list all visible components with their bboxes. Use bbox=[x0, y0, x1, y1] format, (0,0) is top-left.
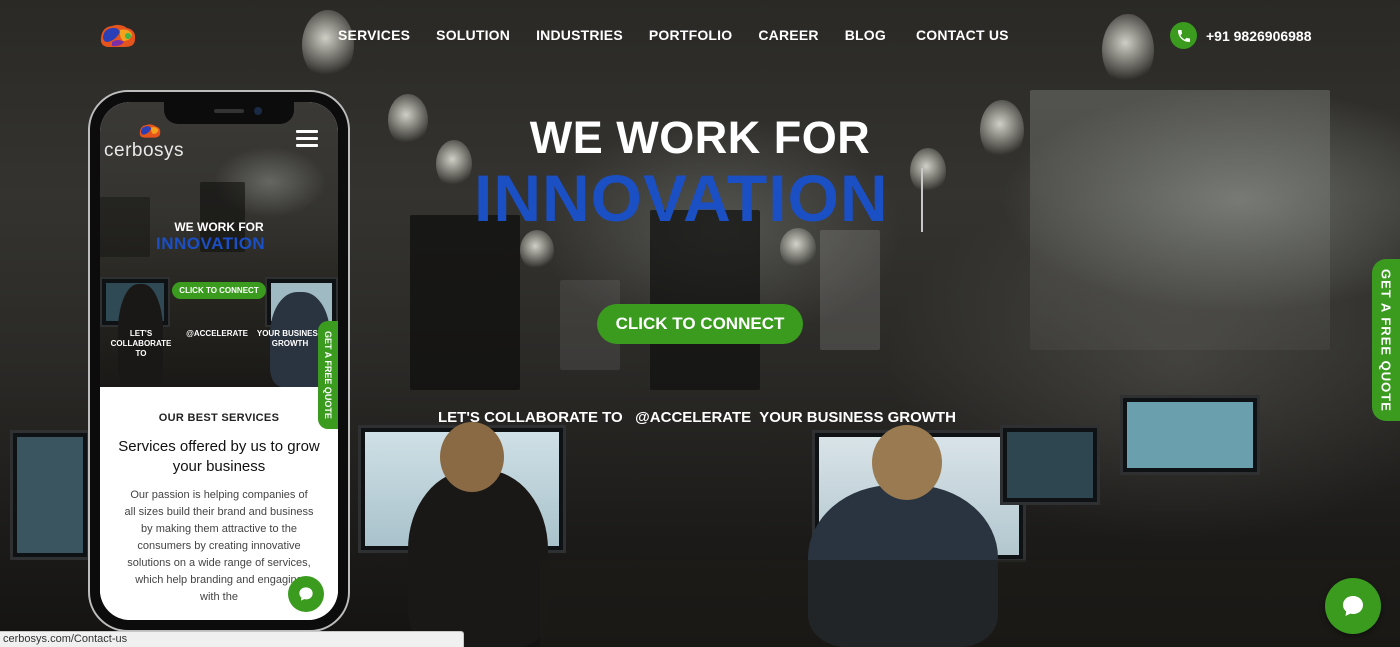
nav-career[interactable]: CAREER bbox=[758, 27, 818, 43]
phone-icon bbox=[1170, 22, 1197, 49]
phone-notch bbox=[164, 102, 294, 124]
mobile-mockup: cerbosys WE WORK FOR INNOVATION CLICK TO… bbox=[88, 90, 350, 632]
services-body: Our passion is helping companies of all … bbox=[124, 489, 314, 603]
nav-blog[interactable]: BLOG bbox=[845, 27, 886, 43]
get-free-quote-tab[interactable]: GET A FREE QUOTE bbox=[1372, 259, 1400, 421]
menu-icon[interactable] bbox=[296, 130, 318, 148]
mobile-chat-button[interactable] bbox=[288, 576, 324, 612]
mobile-hero: cerbosys WE WORK FOR INNOVATION CLICK TO… bbox=[100, 102, 338, 387]
hero-highlight: INNOVATION bbox=[474, 161, 889, 235]
main-nav: SERVICES SOLUTION INDUSTRIES PORTFOLIO C… bbox=[338, 27, 1035, 43]
status-bar: cerbosys.com/Contact-us bbox=[0, 631, 464, 647]
services-heading: Services offered by us to grow your busi… bbox=[118, 438, 320, 475]
nav-services[interactable]: SERVICES bbox=[338, 27, 410, 43]
hero-tagline: LET'S COLLABORATE TO @ACCELERATE YOUR BU… bbox=[438, 409, 956, 426]
nav-industries[interactable]: INDUSTRIES bbox=[536, 27, 623, 43]
status-url: cerbosys.com/Contact-us bbox=[3, 633, 128, 645]
services-eyebrow: OUR BEST SERVICES bbox=[158, 412, 280, 424]
phone-contact[interactable]: +91 9826906988 bbox=[1170, 22, 1312, 49]
typing-caret bbox=[921, 168, 923, 232]
mobile-logo-icon bbox=[138, 122, 162, 140]
mobile-get-free-quote-label: GET A FREE QUOTE bbox=[323, 331, 333, 419]
brand-logo-icon[interactable] bbox=[98, 22, 138, 50]
nav-portfolio[interactable]: PORTFOLIO bbox=[649, 27, 732, 43]
mobile-hero-title: WE WORK FOR bbox=[174, 220, 264, 234]
phone-number[interactable]: +91 9826906988 bbox=[1206, 28, 1312, 44]
click-to-connect-button[interactable]: CLICK TO CONNECT bbox=[597, 304, 803, 344]
chat-button[interactable] bbox=[1325, 578, 1381, 634]
mobile-click-to-connect-button[interactable]: CLICK TO CONNECT bbox=[172, 282, 266, 299]
mobile-tag-left: LET'S COLLABORATE TO bbox=[110, 329, 172, 358]
mobile-logo-text[interactable]: cerbosys bbox=[104, 140, 184, 162]
mobile-chat-icon bbox=[299, 587, 313, 601]
mobile-tag-middle: @ACCELERATE bbox=[186, 329, 248, 338]
mobile-tag-right: YOUR BUSINESS GROWTH bbox=[256, 329, 324, 348]
get-free-quote-label: GET A FREE QUOTE bbox=[1378, 268, 1394, 412]
mobile-hero-highlight: INNOVATION bbox=[156, 234, 266, 253]
mobile-screen: cerbosys WE WORK FOR INNOVATION CLICK TO… bbox=[100, 102, 338, 620]
nav-solution[interactable]: SOLUTION bbox=[436, 27, 510, 43]
chat-icon bbox=[1343, 596, 1363, 616]
nav-contact-us[interactable]: CONTACT US bbox=[916, 27, 1009, 43]
mobile-get-free-quote-tab[interactable]: GET A FREE QUOTE bbox=[318, 321, 338, 429]
